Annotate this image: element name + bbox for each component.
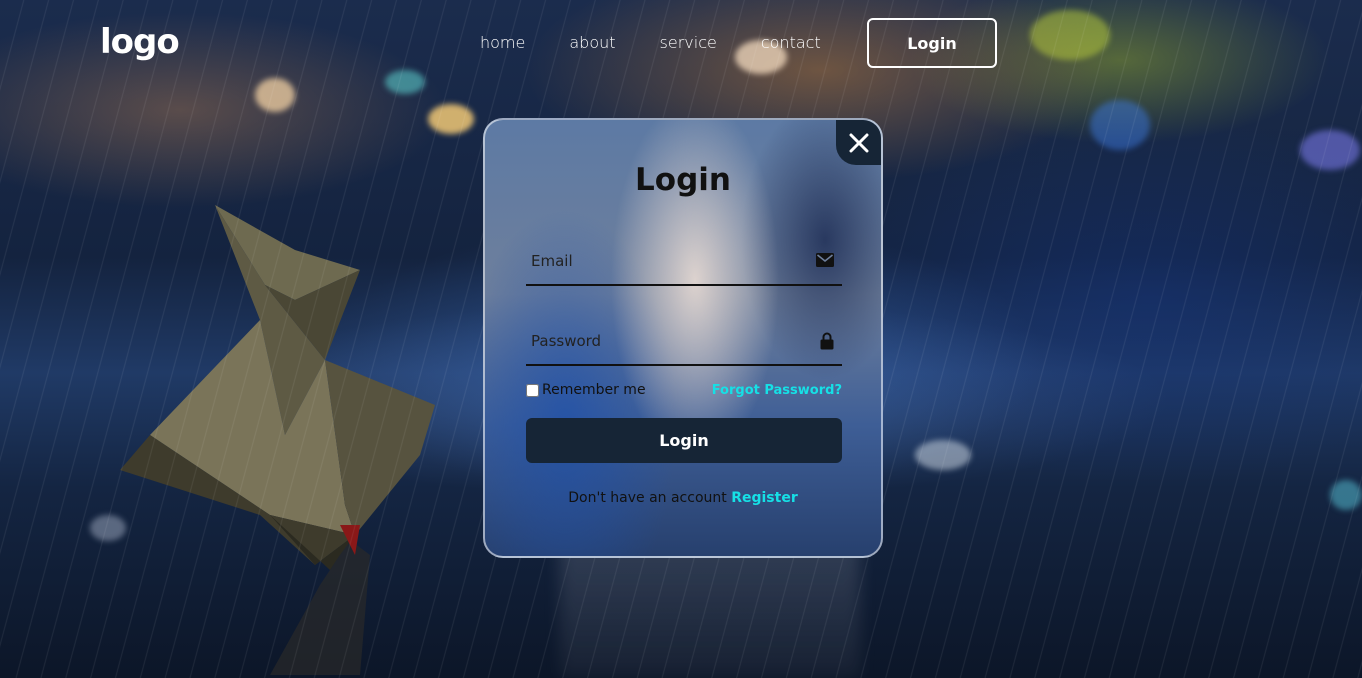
- register-prompt: Don't have an account: [568, 490, 732, 506]
- remember-me[interactable]: Remember me: [526, 382, 646, 398]
- close-button[interactable]: [836, 120, 881, 165]
- header-login-button[interactable]: Login: [867, 18, 997, 68]
- login-options-row: Remember me Forgot Password?: [526, 382, 842, 402]
- nav-link-service[interactable]: service: [660, 33, 717, 52]
- login-submit-button[interactable]: Login: [526, 418, 842, 463]
- password-input[interactable]: [526, 318, 806, 364]
- email-input[interactable]: [526, 238, 806, 284]
- login-modal: Login Remember me Forgot Password? Login…: [483, 118, 883, 558]
- register-row: Don't have an account Register: [485, 490, 881, 506]
- mail-icon: [816, 252, 834, 271]
- forgot-password-link[interactable]: Forgot Password?: [712, 383, 842, 398]
- lock-icon: [820, 332, 834, 354]
- nav-link-home[interactable]: home: [480, 33, 525, 52]
- nav-link-contact[interactable]: contact: [761, 33, 821, 52]
- site-header: logo home about service contact Login: [0, 0, 1362, 90]
- modal-title: Login: [635, 162, 731, 198]
- close-icon: [849, 133, 868, 152]
- nav-link-about[interactable]: about: [569, 33, 615, 52]
- register-link[interactable]: Register: [731, 490, 798, 506]
- email-field-wrapper: [526, 238, 842, 286]
- main-nav: home about service contact: [480, 33, 865, 52]
- site-logo[interactable]: logo: [100, 22, 180, 62]
- remember-me-label: Remember me: [542, 382, 646, 398]
- password-field-wrapper: [526, 318, 842, 366]
- remember-me-checkbox[interactable]: [526, 383, 539, 397]
